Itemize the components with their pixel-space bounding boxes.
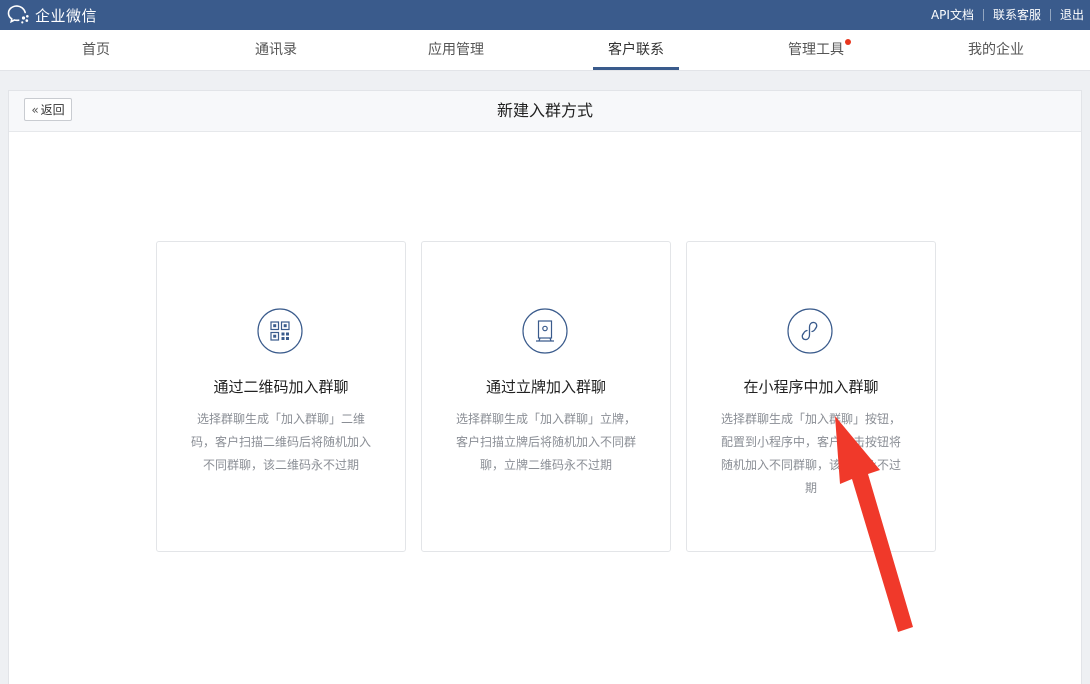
active-tab-indicator (593, 67, 679, 70)
card-description: 选择群聊生成「加入群聊」二维码，客户扫描二维码后将随机加入不同群聊，该二维码永不… (190, 412, 371, 472)
customer-service-link[interactable]: 联系客服 (993, 6, 1041, 23)
back-label: 返回 (40, 103, 65, 117)
nav-item-home[interactable]: 首页 (6, 30, 186, 70)
top-links: API文档 联系客服 退出 (931, 6, 1084, 23)
nav-item-contacts[interactable]: 通讯录 (186, 30, 366, 70)
nav-item-apps[interactable]: 应用管理 (366, 30, 546, 70)
nav-item-my-company[interactable]: 我的企业 (906, 30, 1086, 70)
panel-header: 新建入群方式 « 返回 (9, 91, 1081, 132)
notification-dot (845, 39, 851, 45)
qrcode-icon (257, 308, 303, 354)
back-button[interactable]: « 返回 (24, 98, 72, 121)
card-description: 选择群聊生成「加入群聊」按钮，配置到小程序中，客户点击按钮将随机加入不同群聊，该… (720, 412, 901, 495)
nav-item-management-tools[interactable]: 管理工具 (726, 30, 906, 70)
wecom-logo-icon (7, 4, 31, 26)
join-in-mini-program-card[interactable]: 在小程序中加入群聊 选择群聊生成「加入群聊」按钮，配置到小程序中，客户点击按钮将… (686, 241, 936, 552)
brand-logo[interactable]: 企业微信 (7, 4, 97, 26)
card-title: 在小程序中加入群聊 (743, 378, 879, 396)
page-title: 新建入群方式 (496, 101, 593, 120)
divider (1049, 8, 1051, 21)
card-title: 通过二维码加入群聊 (213, 378, 349, 396)
standee-icon (522, 308, 568, 354)
nav-item-customer-contact[interactable]: 客户联系 (546, 30, 726, 70)
join-by-qrcode-card[interactable]: 通过二维码加入群聊 选择群聊生成「加入群聊」二维码，客户扫描二维码后将随机加入不… (156, 241, 406, 552)
top-bar: 企业微信 API文档 联系客服 退出 (0, 0, 1090, 30)
double-chevron-left-icon: « (31, 102, 39, 117)
brand-name: 企业微信 (35, 6, 98, 25)
join-by-standee-card[interactable]: 通过立牌加入群聊 选择群聊生成「加入群聊」立牌，客户扫描立牌后将随机加入不同群聊… (421, 241, 671, 552)
main-nav: 首页 通讯录 应用管理 客户联系 管理工具 我的企业 (0, 30, 1090, 71)
nav-item-label: 管理工具 (788, 42, 844, 58)
api-docs-link[interactable]: API文档 (931, 6, 974, 23)
mini-program-icon (787, 308, 833, 354)
divider (982, 8, 984, 21)
nav-item-label: 客户联系 (608, 42, 664, 58)
card-description: 选择群聊生成「加入群聊」立牌，客户扫描立牌后将随机加入不同群聊，立牌二维码永不过… (455, 412, 636, 472)
card-title: 通过立牌加入群聊 (485, 378, 606, 396)
logout-link[interactable]: 退出 (1060, 6, 1084, 23)
